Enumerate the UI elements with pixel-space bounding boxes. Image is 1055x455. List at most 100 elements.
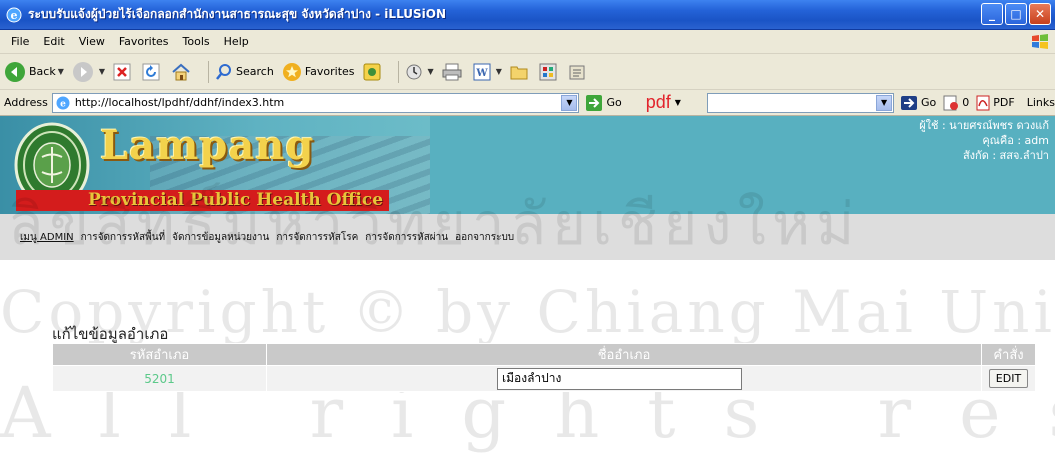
go-arrow-icon [586, 94, 603, 111]
nav-item-logout[interactable]: ออกจากระบบ [455, 230, 514, 245]
pdf-toolbar-logo[interactable]: pdf [646, 92, 671, 113]
banner-artwork: Lampang Provincial Public Health Office [0, 116, 430, 214]
counter-value: 0 [962, 96, 970, 109]
go-arrow-icon [901, 95, 918, 110]
main-nav: เมนู ADMIN การจัดการรหัสพื้นที่ จัดการข้… [0, 214, 1055, 260]
search-icon [216, 63, 232, 80]
menu-edit[interactable]: Edit [36, 35, 71, 48]
go2-label: Go [921, 96, 937, 109]
nav-item-disease-codes[interactable]: การจัดการรหัสโรค [276, 230, 358, 245]
nav-item-area-codes[interactable]: การจัดการรหัสพื้นที่ [81, 230, 166, 245]
windows-logo-icon [1032, 34, 1048, 49]
table-row: 5201 EDIT [52, 365, 1036, 392]
svg-text:W: W [475, 68, 488, 79]
media-icon [363, 63, 381, 80]
nav-item-passwords[interactable]: การจัดการรหัสผ่าน [365, 230, 448, 245]
edit-page-button[interactable]: W ▼ [473, 63, 502, 81]
pdf-dropdown-icon[interactable]: ▼ [876, 94, 893, 111]
district-name-cell [266, 365, 982, 392]
stop-button[interactable] [113, 63, 134, 81]
go-button[interactable]: Go [585, 94, 622, 112]
favorites-button[interactable]: Favorites [282, 62, 355, 82]
go-label: Go [606, 96, 622, 109]
media-button[interactable] [363, 63, 384, 81]
history-button[interactable]: ▼ [405, 63, 434, 81]
folder-button[interactable] [510, 64, 531, 80]
address-bar: Address e http://localhost/lpdhf/ddhf/in… [0, 90, 1055, 116]
svg-text:e: e [60, 99, 66, 109]
print-button[interactable] [442, 63, 465, 81]
address-label: Address [4, 96, 48, 109]
menu-help[interactable]: Help [217, 35, 256, 48]
command-cell: EDIT [981, 365, 1036, 392]
minimize-button[interactable]: _ [981, 3, 1003, 25]
stop-icon [113, 63, 131, 80]
counter-button[interactable]: 0 [942, 95, 969, 111]
pdf-search-input[interactable]: ▼ [706, 92, 895, 113]
toolbar: Back ▼ ▼ Search Favorites ▼ W ▼ [0, 54, 1055, 90]
ie-icon: e [6, 7, 22, 22]
address-input[interactable]: e http://localhost/lpdhf/ddhf/index3.htm… [51, 92, 580, 113]
user-info-panel: ผู้ใช้ : นายศรณ์พชร ดวงแก้ คุณคือ : adm … [919, 118, 1049, 163]
messenger-button[interactable] [539, 63, 560, 81]
word-icon: W [473, 63, 491, 80]
window-titlebar[interactable]: e ระบบรับแจ้งผู้ป่วยไร้เจือกลอกสำนักงานส… [0, 0, 1055, 30]
search-label: Search [236, 65, 274, 78]
toolbar-separator [208, 60, 210, 83]
district-code-cell: 5201 [52, 365, 267, 392]
menu-file[interactable]: File [4, 35, 36, 48]
user-org-line: สังกัด : สสจ.ลำปา [962, 149, 1049, 162]
page-content: Lampang Provincial Public Health Office … [0, 116, 1055, 455]
print-icon [442, 63, 462, 80]
column-header-code: รหัสอำเภอ [52, 343, 267, 366]
column-header-command: คำสั่ง [981, 343, 1036, 366]
back-arrow-icon [5, 61, 25, 82]
pdf-button-label: PDF [993, 96, 1015, 109]
history-icon [406, 64, 422, 79]
search-button[interactable]: Search [215, 63, 274, 81]
go2-button[interactable]: Go [900, 95, 936, 111]
menu-bar: File Edit View Favorites Tools Help [0, 30, 1055, 54]
chevron-down-icon[interactable]: ▼ [99, 67, 105, 76]
user-role-line: คุณคือ : adm [982, 134, 1049, 147]
toolbar-separator [397, 60, 399, 83]
site-logo-title: Lampang [100, 122, 315, 169]
pdf-button[interactable]: PDF [975, 95, 1015, 111]
user-name-line: ผู้ใช้ : นายศรณ์พชร ดวงแก้ [919, 119, 1049, 132]
window-title: ระบบรับแจ้งผู้ป่วยไร้เจือกลอกสำนักงานสาธ… [28, 7, 447, 21]
column-header-name: ชื่ออำเภอ [266, 343, 982, 366]
back-button[interactable]: Back ▼ [4, 61, 64, 83]
address-url: http://localhost/lpdhf/ddhf/index3.htm [74, 96, 285, 109]
svg-text:e: e [11, 9, 18, 22]
favorites-label: Favorites [304, 65, 355, 78]
home-button[interactable] [171, 63, 194, 81]
chevron-down-icon[interactable]: ▼ [675, 98, 681, 107]
address-dropdown-icon[interactable]: ▼ [561, 94, 578, 111]
district-table: รหัสอำเภอ ชื่ออำเภอ คำสั่ง 5201 EDIT [52, 343, 1036, 392]
window-controls: _ □ ✕ [981, 3, 1051, 25]
close-button[interactable]: ✕ [1029, 3, 1051, 25]
nav-item-units[interactable]: จัดการข้อมูลหน่วยงาน [172, 230, 269, 245]
forward-button[interactable]: ▼ [72, 61, 105, 83]
chevron-down-icon[interactable]: ▼ [428, 67, 434, 76]
research-button[interactable] [568, 63, 589, 81]
maximize-button[interactable]: □ [1005, 3, 1027, 25]
messenger-icon [539, 63, 557, 80]
edit-button[interactable]: EDIT [988, 369, 1029, 388]
links-button[interactable]: Links [1027, 96, 1055, 109]
district-name-input[interactable] [497, 367, 742, 390]
nav-item-admin-menu[interactable]: เมนู ADMIN [20, 230, 74, 245]
ie-page-icon: e [56, 96, 70, 109]
folder-icon [510, 66, 528, 79]
document-counter-icon [943, 95, 959, 110]
favorites-star-icon [282, 62, 301, 81]
refresh-button[interactable] [142, 63, 163, 81]
table-header-row: รหัสอำเภอ ชื่ออำเภอ คำสั่ง [52, 343, 1036, 366]
menu-favorites[interactable]: Favorites [112, 35, 176, 48]
chevron-down-icon[interactable]: ▼ [496, 67, 502, 76]
refresh-icon [142, 63, 160, 80]
chevron-down-icon[interactable]: ▼ [58, 67, 64, 76]
menu-view[interactable]: View [72, 35, 112, 48]
menu-tools[interactable]: Tools [176, 35, 217, 48]
forward-arrow-icon [72, 61, 93, 82]
